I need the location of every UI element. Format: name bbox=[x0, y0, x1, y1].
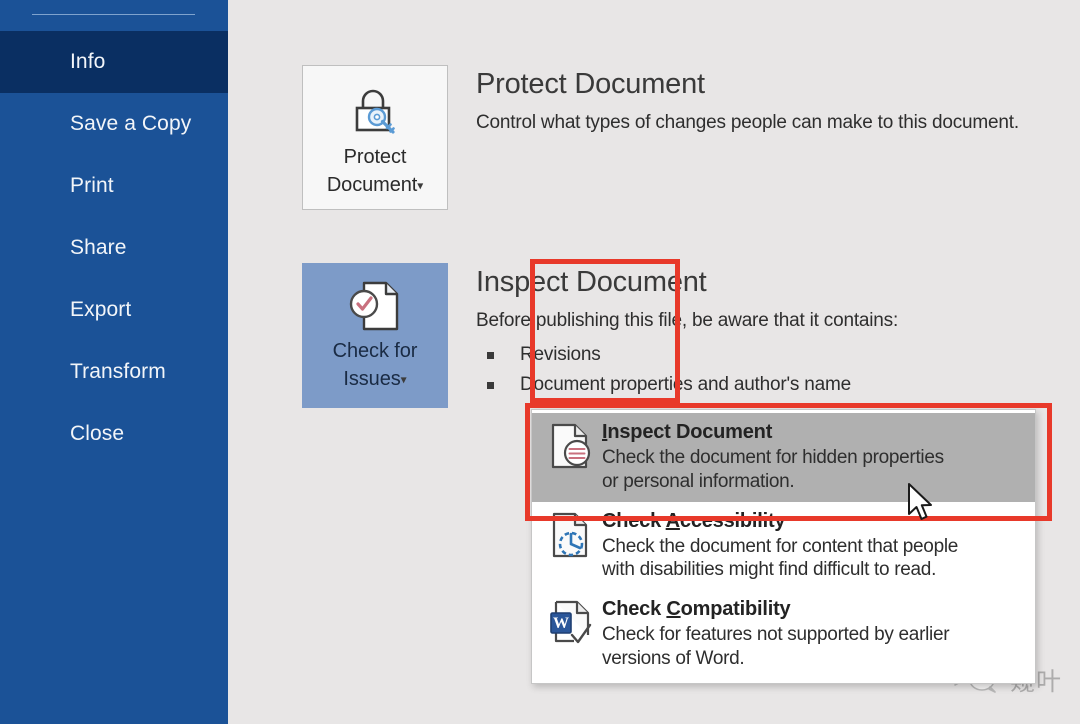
menu-item-texts: Check Compatibility Check for features n… bbox=[602, 597, 1029, 671]
word-compatibility-icon: W bbox=[540, 597, 602, 653]
protect-document-button-label: Protect Document▾ bbox=[327, 144, 423, 199]
sidebar-item-label: Share bbox=[70, 236, 127, 259]
chevron-down-icon[interactable]: ▾ bbox=[417, 178, 423, 192]
menu-item-description: Check the document for hidden properties… bbox=[602, 446, 1023, 494]
sidebar-item-save-a-copy[interactable]: Save a Copy bbox=[0, 93, 228, 155]
check-issues-line1: Check for bbox=[332, 340, 418, 362]
chevron-down-icon[interactable]: ▾ bbox=[401, 372, 407, 386]
protect-document-description: Control what types of changes people can… bbox=[476, 111, 1019, 133]
word-backstage-view: Info Save a Copy Print Share Export Tran… bbox=[0, 0, 1080, 724]
sidebar-nav-list: Info Save a Copy Print Share Export Tran… bbox=[0, 31, 228, 465]
inspect-document-description: Before publishing this file, be aware th… bbox=[476, 309, 899, 331]
menu-title-prefix: Check bbox=[602, 598, 667, 620]
menu-item-inspect-document[interactable]: Inspect Document Check the document for … bbox=[532, 413, 1035, 502]
menu-desc-line1: Check the document for content that peop… bbox=[602, 535, 959, 557]
protect-button-line1: Protect bbox=[343, 146, 407, 168]
menu-item-texts: Check Accessibility Check the document f… bbox=[602, 509, 1029, 583]
inspect-document-bullets: Revisions Document properties and author… bbox=[476, 340, 1080, 401]
info-pane: Protect Document▾ Protect Document Contr… bbox=[228, 0, 1080, 724]
sidebar-item-label: Transform bbox=[70, 360, 166, 383]
menu-title-suffix: ompatibility bbox=[680, 598, 791, 620]
protect-document-title: Protect Document bbox=[476, 68, 705, 100]
sidebar-item-info[interactable]: Info bbox=[0, 31, 228, 93]
check-for-issues-button[interactable]: Check for Issues▾ bbox=[302, 263, 448, 408]
menu-desc-line1: Check for features not supported by earl… bbox=[602, 624, 950, 645]
lock-key-icon bbox=[347, 84, 403, 142]
check-for-issues-dropdown-menu: Inspect Document Check the document for … bbox=[531, 409, 1036, 684]
check-issues-line2: Issues bbox=[343, 367, 401, 390]
sidebar-item-print[interactable]: Print bbox=[0, 155, 228, 217]
sidebar-item-close[interactable]: Close bbox=[0, 403, 228, 465]
protect-document-button[interactable]: Protect Document▾ bbox=[302, 65, 448, 210]
menu-title-prefix: Check bbox=[602, 509, 666, 532]
menu-desc-line2: with disabilities might find difficult t… bbox=[602, 559, 937, 581]
menu-desc-line2: versions of Word. bbox=[602, 647, 745, 669]
check-for-issues-button-label: Check for Issues▾ bbox=[333, 338, 418, 393]
sidebar-item-export[interactable]: Export bbox=[0, 279, 228, 341]
menu-desc-line1: Check the document for hidden properties bbox=[602, 447, 944, 468]
sidebar-item-label: Save a Copy bbox=[70, 112, 192, 135]
menu-item-check-compatibility[interactable]: W Check Compatibility Check for features… bbox=[532, 590, 1035, 679]
menu-title-suffix: nspect Document bbox=[607, 421, 773, 443]
inspect-document-text: Inspect Document Before publishing this … bbox=[476, 266, 1080, 401]
menu-title-suffix: ccessibility bbox=[679, 509, 786, 532]
menu-item-description: Check for features not supported by earl… bbox=[602, 623, 1023, 671]
backstage-sidebar: Info Save a Copy Print Share Export Tran… bbox=[0, 0, 228, 724]
menu-desc-line2: or personal information. bbox=[602, 470, 795, 492]
protect-button-line2: Document bbox=[326, 173, 418, 196]
protect-document-text: Protect Document Control what types of c… bbox=[476, 68, 1080, 136]
bullet-item: Revisions bbox=[476, 340, 1080, 370]
menu-item-check-accessibility[interactable]: Check Accessibility Check the document f… bbox=[532, 502, 1035, 591]
menu-item-title: Check Compatibility bbox=[602, 598, 791, 620]
sidebar-item-label: Export bbox=[70, 298, 132, 321]
menu-item-texts: Inspect Document Check the document for … bbox=[602, 420, 1029, 494]
menu-item-description: Check the document for content that peop… bbox=[602, 535, 1023, 583]
bullet-item: Document properties and author's name bbox=[476, 370, 1080, 400]
inspect-document-title: Inspect Document bbox=[476, 266, 707, 298]
accessibility-check-icon bbox=[540, 509, 602, 565]
svg-text:W: W bbox=[553, 615, 569, 632]
sidebar-item-transform[interactable]: Transform bbox=[0, 341, 228, 403]
menu-item-title: Check Accessibility bbox=[602, 509, 786, 532]
sidebar-item-label: Close bbox=[70, 422, 125, 445]
sidebar-divider bbox=[32, 14, 195, 15]
sidebar-item-label: Print bbox=[70, 174, 114, 197]
menu-title-accelerator: C bbox=[666, 598, 681, 620]
menu-item-title: Inspect Document bbox=[602, 421, 772, 443]
inspect-document-icon bbox=[540, 420, 602, 476]
sidebar-item-share[interactable]: Share bbox=[0, 217, 228, 279]
menu-title-accelerator: A bbox=[665, 509, 680, 532]
sidebar-item-label: Info bbox=[70, 50, 106, 73]
document-check-icon bbox=[346, 278, 404, 336]
